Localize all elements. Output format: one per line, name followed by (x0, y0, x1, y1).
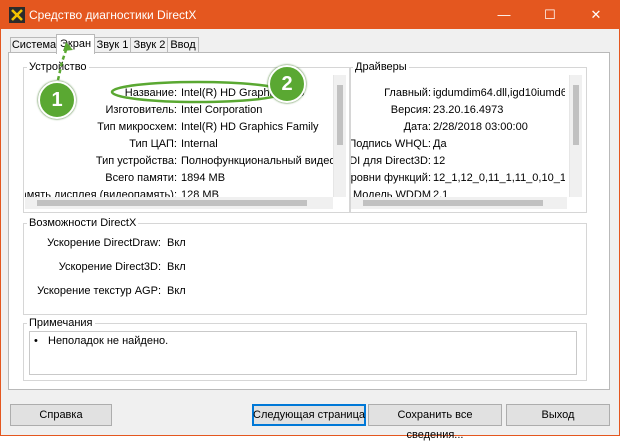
drivers-info-list[interactable]: Главный: igdumdim64.dll,igd10iumd64.dll,… (351, 75, 565, 197)
directx-features-title: Возможности DirectX (27, 217, 139, 229)
driver-label-main: Главный: (384, 87, 431, 99)
window-title: Средство диагностики DirectX (29, 8, 197, 22)
tab-input[interactable]: Ввод (167, 37, 199, 53)
device-horizontal-scrollbar[interactable] (25, 197, 333, 209)
notes-title: Примечания (27, 317, 95, 329)
tab-display[interactable]: Экран (56, 34, 95, 54)
device-label-manufacturer: Изготовитель: (105, 104, 178, 116)
callout-2: 2 (268, 65, 306, 103)
driver-label-date: Дата: (403, 121, 431, 133)
feature-value-direct3d: Вкл (167, 261, 186, 273)
device-group-title: Устройство (27, 61, 89, 73)
driver-value-feature-levels: 12_1,12_0,11_1,11_0,10_1,10_0,9_3 (433, 172, 565, 184)
driver-value-version: 23.20.16.4973 (433, 104, 504, 116)
device-vertical-scrollbar[interactable] (333, 75, 346, 197)
device-label-total-memory: Всего памяти: (105, 172, 177, 184)
drivers-vertical-scrollbar[interactable] (569, 75, 582, 197)
close-button[interactable]: ✕ (573, 1, 619, 29)
notes-text: Неполадок не найдено. (48, 335, 169, 347)
tab-sound-2[interactable]: Звук 2 (130, 37, 169, 53)
feature-label-direct3d: Ускорение Direct3D: (58, 261, 161, 273)
driver-value-ddi: 12 (433, 155, 446, 167)
feature-value-directdraw: Вкл (167, 237, 186, 249)
tab-sound-1[interactable]: Звук 1 (93, 37, 132, 53)
feature-label-directdraw: Ускорение DirectDraw: (47, 237, 161, 249)
device-label-display-memory: Память дисплея (видеопамять): (25, 189, 177, 197)
driver-value-wddm: 2.1 (433, 189, 449, 197)
notes-bullet-icon: • (34, 335, 38, 347)
next-page-button[interactable]: Следующая страница (252, 404, 366, 426)
driver-label-feature-levels: Уровни функций: (351, 172, 431, 184)
driver-label-ddi: DDI для Direct3D: (351, 155, 431, 167)
feature-value-agp: Вкл (167, 285, 186, 297)
device-vscroll-thumb[interactable] (337, 85, 343, 145)
directx-app-icon (9, 7, 25, 23)
driver-value-main: igdumdim64.dll,igd10iumd64.dll,igd10iumd… (433, 87, 565, 99)
drivers-vscroll-thumb[interactable] (573, 85, 579, 145)
drivers-hscroll-thumb[interactable] (363, 200, 543, 206)
device-value-device-type: Полнофункциональный видеоадаптер (181, 155, 333, 167)
device-value-name: Intel(R) HD Graphics 510 (181, 87, 305, 99)
device-label-chip-type: Тип микросхем: (97, 121, 177, 133)
drivers-group-title: Драйверы (353, 61, 409, 73)
exit-button[interactable]: Выход (506, 404, 610, 426)
driver-label-wddm: Модель WDDM (353, 189, 431, 197)
callout-1: 1 (38, 81, 76, 119)
driver-label-version: Версия: (390, 104, 431, 116)
device-label-device-type: Тип устройства: (95, 155, 177, 167)
maximize-button[interactable]: ☐ (527, 1, 573, 29)
device-value-total-memory: 1894 MB (181, 172, 226, 184)
notes-textbox[interactable]: • Неполадок не найдено. (29, 331, 577, 375)
tab-panel-display: Устройство Название: Intel(R) HD Graphic… (8, 52, 610, 390)
device-label-dac-type: Тип ЦАП: (129, 138, 177, 150)
save-all-button[interactable]: Сохранить все сведения... (368, 404, 502, 441)
help-button[interactable]: Справка (10, 404, 112, 426)
tab-system[interactable]: Система (10, 37, 58, 53)
device-value-manufacturer: Intel Corporation (181, 104, 263, 116)
driver-value-date: 2/28/2018 03:00:00 (433, 121, 528, 133)
device-value-chip-type: Intel(R) HD Graphics Family (181, 121, 319, 133)
device-hscroll-thumb[interactable] (37, 200, 307, 206)
minimize-button[interactable]: — (481, 1, 527, 29)
title-bar[interactable]: Средство диагностики DirectX — ☐ ✕ (1, 1, 619, 29)
feature-label-agp: Ускорение текстур AGP: (37, 285, 161, 297)
driver-label-whql: Подпись WHQL: (351, 138, 431, 150)
device-value-dac-type: Internal (181, 138, 218, 150)
drivers-horizontal-scrollbar[interactable] (351, 197, 567, 209)
device-value-display-memory: 128 MB (181, 189, 219, 197)
driver-value-whql: Да (433, 138, 447, 150)
device-label-name: Название: (124, 87, 177, 99)
